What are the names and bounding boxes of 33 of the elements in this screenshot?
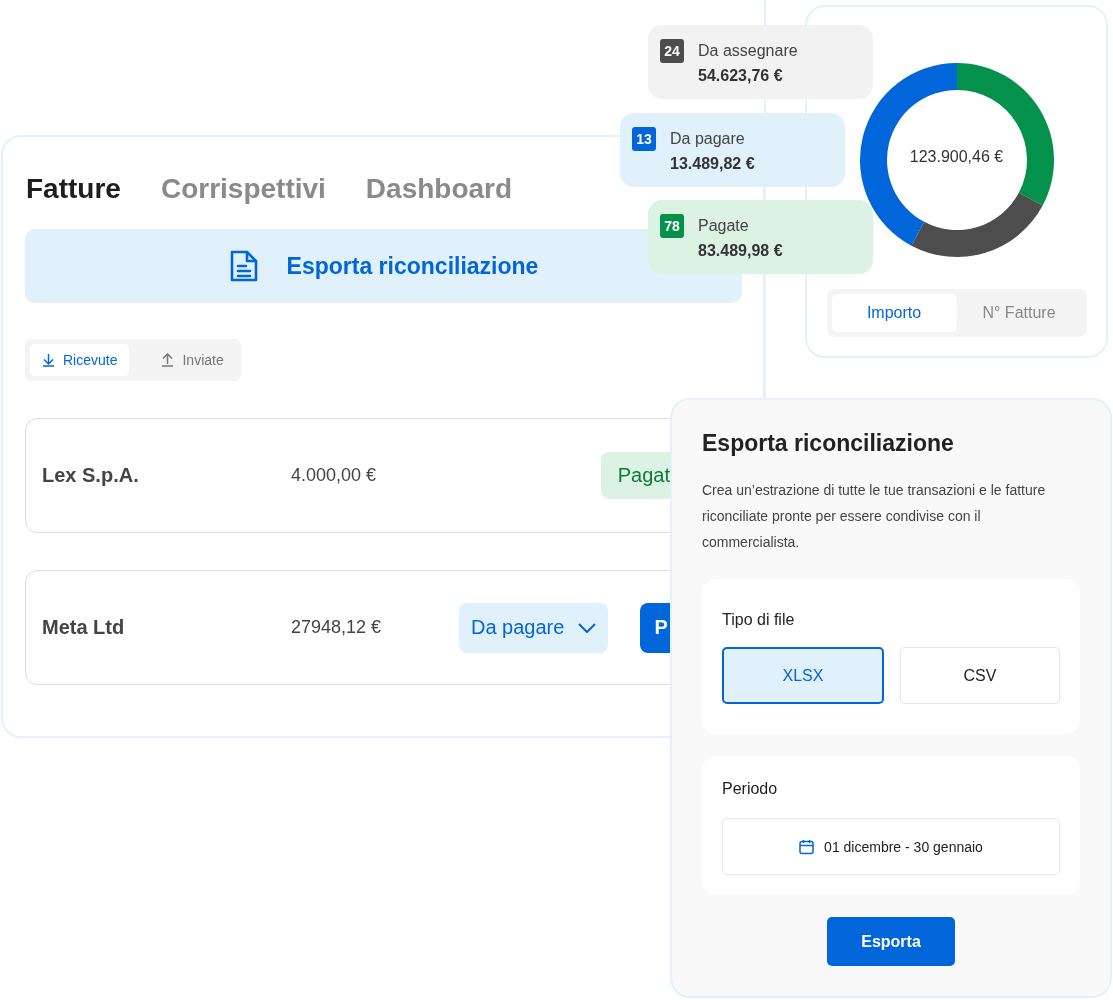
upload-icon xyxy=(161,353,175,367)
count-badge: 24 xyxy=(660,39,684,63)
dialog-title: Esporta riconciliazione xyxy=(702,430,955,457)
company-name: Lex S.p.A. xyxy=(42,464,140,487)
tab[interactable]: Corrispettivi xyxy=(160,173,326,205)
segment-button[interactable]: Inviate xyxy=(149,344,236,376)
file-type-option[interactable]: XLSX xyxy=(722,647,884,704)
status-dropdown[interactable]: Da pagare xyxy=(459,602,609,653)
date-range-field[interactable]: 01 dicembre - 30 gennaio xyxy=(722,818,1060,875)
document-icon xyxy=(228,249,259,283)
tab[interactable]: Fatture xyxy=(26,173,121,205)
status-amount: 13.489,82 € xyxy=(670,155,756,173)
period-label: Periodo xyxy=(722,780,779,798)
segment-button[interactable]: Ricevute xyxy=(30,344,130,376)
metric-option[interactable]: N° Fatture xyxy=(956,294,1082,332)
dialog-description: Crea un’estrazione di tutte le tue transazioni e le fatture riconciliate pronte per essere condivise con il commercialista. xyxy=(702,481,1047,552)
total-amount: 123.900,46 € xyxy=(908,148,1005,166)
count-badge: 13 xyxy=(632,127,656,151)
status-label: Da pagare xyxy=(670,130,746,148)
status-amount: 54.623,76 € xyxy=(698,67,784,85)
status-label: Da assegnare xyxy=(698,42,799,60)
file-type-option[interactable]: CSV xyxy=(900,647,1060,704)
download-icon xyxy=(42,353,55,367)
metric-option[interactable]: Importo xyxy=(831,294,957,332)
calendar-icon xyxy=(799,838,815,855)
file-type-label: Tipo di file xyxy=(722,611,796,629)
chevron-down-icon xyxy=(578,622,597,633)
tab[interactable]: Dashboard xyxy=(365,173,513,205)
invoice-amount: 4.000,00 € xyxy=(291,465,378,486)
export-button[interactable]: Esporta xyxy=(827,917,955,966)
count-badge: 78 xyxy=(660,214,684,238)
invoice-amount: 27948,12 € xyxy=(291,617,383,638)
company-name: Meta Ltd xyxy=(42,616,126,639)
